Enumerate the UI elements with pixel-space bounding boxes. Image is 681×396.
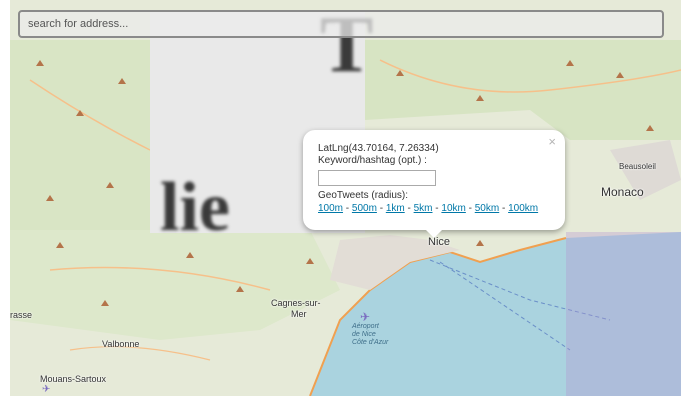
place-label-mouans-sartoux: Mouans-Sartoux	[40, 374, 107, 384]
radius-link-5km[interactable]: 5km	[414, 203, 433, 214]
purple-overlay	[566, 232, 681, 396]
keyword-input[interactable]	[318, 170, 436, 186]
search-input[interactable]	[18, 10, 664, 38]
keyword-label: Keyword/hashtag (opt.) :	[318, 155, 427, 166]
radius-separator: -	[376, 203, 386, 214]
location-popup: × LatLng(43.70164, 7.26334) Keyword/hash…	[303, 130, 565, 230]
airport-label: Aéroport de Nice Côte d'Azur	[352, 323, 389, 346]
place-label-grasse: rasse	[10, 310, 33, 320]
airport-marker: ✈	[360, 310, 371, 324]
radius-link-500m[interactable]: 500m	[352, 203, 377, 214]
radius-separator: -	[404, 203, 414, 214]
place-label-beausoleil: Beausoleil	[619, 162, 656, 171]
place-label-valbonne: Valbonne	[102, 339, 140, 349]
place-label-cagnes-line2: Mer	[291, 309, 307, 319]
place-label-monaco: Monaco	[601, 185, 644, 199]
radius-separator: -	[499, 203, 509, 214]
radius-link-1km[interactable]: 1km	[386, 203, 405, 214]
place-label-cagnes-line1: Cagnes-sur-	[271, 298, 321, 308]
radius-link-100m[interactable]: 100m	[318, 203, 343, 214]
blurred-tile-text-bottom: lie	[160, 169, 230, 246]
popup-latlng: LatLng(43.70164, 7.26334)	[318, 143, 439, 154]
close-icon[interactable]: ×	[548, 134, 556, 149]
geotweets-label: GeoTweets (radius):	[318, 190, 409, 201]
radius-link-10km[interactable]: 10km	[441, 203, 465, 214]
radius-link-100km[interactable]: 100km	[508, 203, 538, 214]
airport-marker-small: ✈	[42, 384, 51, 395]
radius-link-50km[interactable]: 50km	[475, 203, 499, 214]
radius-separator: -	[343, 203, 352, 214]
popup-tip	[425, 229, 443, 238]
popup-content: LatLng(43.70164, 7.26334) Keyword/hashta…	[318, 143, 538, 215]
radius-links: 100m - 500m - 1km - 5km - 10km - 50km - …	[318, 202, 538, 215]
radius-separator: -	[465, 203, 475, 214]
green-area	[10, 40, 160, 230]
map-frame[interactable]: T lie Monaco Beausoleil Nice Cagnes-sur-…	[10, 0, 681, 396]
